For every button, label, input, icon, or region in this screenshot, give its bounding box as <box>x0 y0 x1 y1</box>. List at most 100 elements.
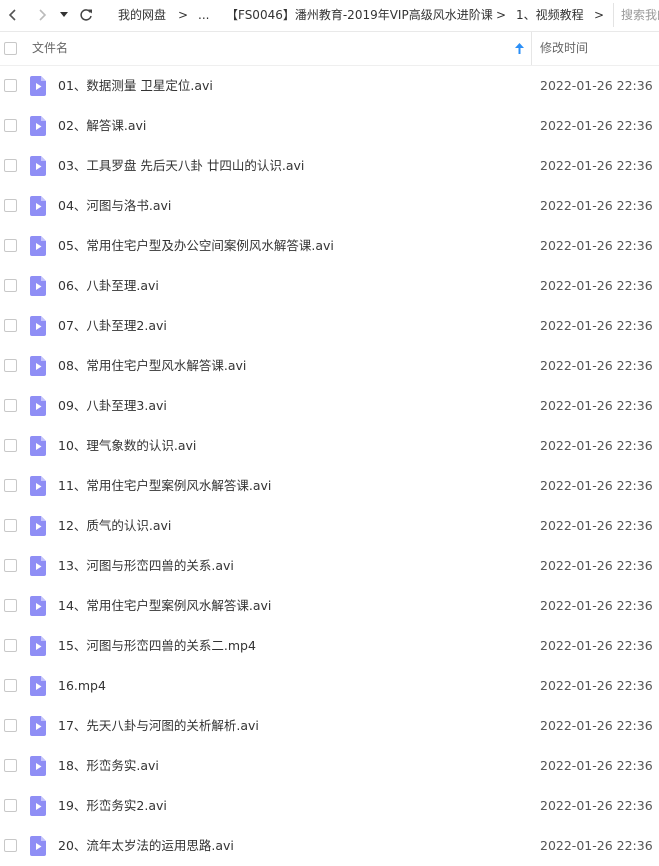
file-name[interactable]: 11、常用住宅户型案例风水解答课.avi <box>58 466 271 506</box>
file-row[interactable]: 05、常用住宅户型及办公空间案例风水解答课.avi 2022-01-26 22:3… <box>0 226 659 266</box>
file-row[interactable]: 13、河图与形峦四兽的关系.avi 2022-01-26 22:36 <box>0 546 659 586</box>
file-checkbox[interactable] <box>4 839 17 852</box>
file-name[interactable]: 06、八卦至理.avi <box>58 266 159 306</box>
file-name[interactable]: 07、八卦至理2.avi <box>58 306 167 346</box>
file-checkbox[interactable] <box>4 559 17 572</box>
file-name[interactable]: 10、理气象数的认识.avi <box>58 426 196 466</box>
breadcrumb-video-folder[interactable]: 1、视频教程 <box>516 0 584 31</box>
caret-down-icon <box>60 12 68 17</box>
file-name[interactable]: 08、常用住宅户型风水解答课.avi <box>58 346 246 386</box>
file-checkbox[interactable] <box>4 359 17 372</box>
file-checkbox[interactable] <box>4 719 17 732</box>
file-checkbox[interactable] <box>4 679 17 692</box>
file-name[interactable]: 01、数据测量 卫星定位.avi <box>58 66 213 106</box>
breadcrumb-ellipsis[interactable]: ... <box>198 0 209 31</box>
file-row[interactable]: 02、解答课.avi 2022-01-26 22:36 <box>0 106 659 146</box>
file-row[interactable]: 14、常用住宅户型案例风水解答课.avi 2022-01-26 22:36 <box>0 586 659 626</box>
file-row[interactable]: 01、数据测量 卫星定位.avi 2022-01-26 22:36 <box>0 66 659 106</box>
search-input[interactable] <box>614 3 659 27</box>
file-modified-time: 2022-01-26 22:36 <box>540 438 653 453</box>
file-row[interactable]: 09、八卦至理3.avi 2022-01-26 22:36 <box>0 386 659 426</box>
file-name[interactable]: 13、河图与形峦四兽的关系.avi <box>58 546 234 586</box>
file-checkbox[interactable] <box>4 159 17 172</box>
file-name[interactable]: 04、河图与洛书.avi <box>58 186 171 226</box>
video-file-icon <box>30 396 46 416</box>
file-checkbox[interactable] <box>4 439 17 452</box>
video-file-icon <box>30 556 46 576</box>
file-name[interactable]: 05、常用住宅户型及办公空间案例风水解答课.avi <box>58 226 334 266</box>
file-checkbox[interactable] <box>4 319 17 332</box>
column-divider[interactable] <box>531 32 532 65</box>
file-checkbox[interactable] <box>4 399 17 412</box>
column-header-name[interactable]: 文件名 <box>32 32 68 65</box>
file-name[interactable]: 16.mp4 <box>58 666 106 706</box>
select-all-checkbox[interactable] <box>4 42 17 55</box>
column-header-modified-time[interactable]: 修改时间 <box>540 32 588 65</box>
file-row[interactable]: 10、理气象数的认识.avi 2022-01-26 22:36 <box>0 426 659 466</box>
file-modified-time: 2022-01-26 22:36 <box>540 398 653 413</box>
breadcrumb-separator: > <box>496 8 507 22</box>
video-file-icon <box>30 676 46 696</box>
file-modified-time: 2022-01-26 22:36 <box>540 478 653 493</box>
list-header: 文件名 修改时间 <box>0 32 659 66</box>
file-modified-time: 2022-01-26 22:36 <box>540 718 653 733</box>
file-row[interactable]: 17、先天八卦与河图的关析解析.avi 2022-01-26 22:36 <box>0 706 659 746</box>
file-modified-time: 2022-01-26 22:36 <box>540 78 653 93</box>
file-name[interactable]: 02、解答课.avi <box>58 106 146 146</box>
file-row[interactable]: 15、河图与形峦四兽的关系二.mp4 2022-01-26 22:36 <box>0 626 659 666</box>
video-file-icon <box>30 76 46 96</box>
file-row[interactable]: 06、八卦至理.avi 2022-01-26 22:36 <box>0 266 659 306</box>
file-name[interactable]: 19、形峦务实2.avi <box>58 786 167 826</box>
video-file-icon <box>30 796 46 816</box>
file-row[interactable]: 08、常用住宅户型风水解答课.avi 2022-01-26 22:36 <box>0 346 659 386</box>
file-name[interactable]: 20、流年太岁法的运用思路.avi <box>58 826 234 866</box>
file-checkbox[interactable] <box>4 599 17 612</box>
file-row[interactable]: 19、形峦务实2.avi 2022-01-26 22:36 <box>0 786 659 826</box>
file-checkbox[interactable] <box>4 639 17 652</box>
breadcrumb-separator: > <box>594 8 605 22</box>
video-file-icon <box>30 596 46 616</box>
file-checkbox[interactable] <box>4 759 17 772</box>
file-name[interactable]: 14、常用住宅户型案例风水解答课.avi <box>58 586 271 626</box>
file-row[interactable]: 03、工具罗盘 先后天八卦 廿四山的认识.avi 2022-01-26 22:36 <box>0 146 659 186</box>
file-checkbox[interactable] <box>4 799 17 812</box>
video-file-icon <box>30 276 46 296</box>
file-row[interactable]: 07、八卦至理2.avi 2022-01-26 22:36 <box>0 306 659 346</box>
file-checkbox[interactable] <box>4 279 17 292</box>
video-file-icon <box>30 716 46 736</box>
video-file-icon <box>30 236 46 256</box>
breadcrumb-course-folder[interactable]: 【FS0046】潘州教育-2019年VIP高级风水进阶课 <box>226 0 493 31</box>
file-modified-time: 2022-01-26 22:36 <box>540 798 653 813</box>
file-checkbox[interactable] <box>4 79 17 92</box>
file-name[interactable]: 03、工具罗盘 先后天八卦 廿四山的认识.avi <box>58 146 304 186</box>
file-row[interactable]: 20、流年太岁法的运用思路.avi 2022-01-26 22:36 <box>0 826 659 866</box>
file-row[interactable]: 04、河图与洛书.avi 2022-01-26 22:36 <box>0 186 659 226</box>
file-name[interactable]: 09、八卦至理3.avi <box>58 386 167 426</box>
file-checkbox[interactable] <box>4 479 17 492</box>
video-file-icon <box>30 476 46 496</box>
file-row[interactable]: 12、质气的认识.avi 2022-01-26 22:36 <box>0 506 659 546</box>
video-file-icon <box>30 516 46 536</box>
file-checkbox[interactable] <box>4 199 17 212</box>
history-dropdown-button[interactable] <box>56 4 72 26</box>
forward-button[interactable] <box>32 4 52 26</box>
file-checkbox[interactable] <box>4 239 17 252</box>
file-name[interactable]: 15、河图与形峦四兽的关系二.mp4 <box>58 626 256 666</box>
file-modified-time: 2022-01-26 22:36 <box>540 358 653 373</box>
breadcrumb-separator: > <box>178 8 189 22</box>
file-name[interactable]: 18、形峦务实.avi <box>58 746 159 786</box>
file-modified-time: 2022-01-26 22:36 <box>540 318 653 333</box>
video-file-icon <box>30 196 46 216</box>
file-name[interactable]: 17、先天八卦与河图的关析解析.avi <box>58 706 259 746</box>
breadcrumb-my-disk[interactable]: 我的网盘 <box>118 0 166 31</box>
back-button[interactable] <box>3 4 23 26</box>
file-row[interactable]: 11、常用住宅户型案例风水解答课.avi 2022-01-26 22:36 <box>0 466 659 506</box>
file-row[interactable]: 16.mp4 2022-01-26 22:36 <box>0 666 659 706</box>
refresh-button[interactable] <box>76 4 96 26</box>
arrow-up-icon[interactable] <box>515 43 524 54</box>
file-modified-time: 2022-01-26 22:36 <box>540 598 653 613</box>
file-row[interactable]: 18、形峦务实.avi 2022-01-26 22:36 <box>0 746 659 786</box>
file-name[interactable]: 12、质气的认识.avi <box>58 506 171 546</box>
file-checkbox[interactable] <box>4 119 17 132</box>
file-checkbox[interactable] <box>4 519 17 532</box>
